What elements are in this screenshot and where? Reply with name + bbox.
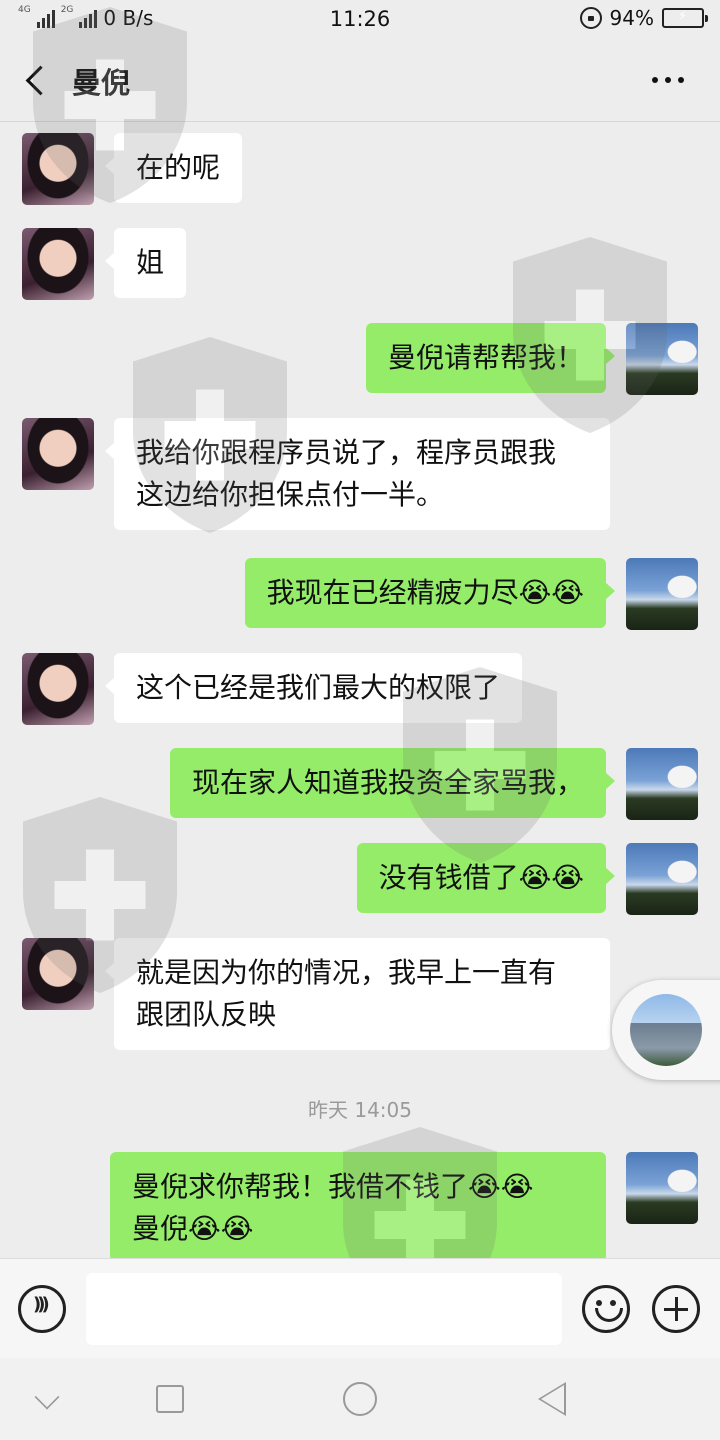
voice-input-button[interactable]	[18, 1285, 66, 1333]
message-text: 曼倪请帮帮我！	[387, 341, 584, 374]
system-nav-bar	[0, 1358, 720, 1440]
message-input[interactable]	[86, 1273, 562, 1345]
input-bar	[0, 1258, 720, 1358]
contact-avatar[interactable]	[22, 133, 94, 205]
contact-avatar[interactable]	[22, 938, 94, 1010]
self-avatar[interactable]	[626, 323, 698, 395]
self-avatar[interactable]	[626, 748, 698, 820]
message-bubble[interactable]: 我给你跟程序员说了，程序员跟我 这边给你担保点付一半。	[105, 418, 610, 530]
floating-window-button[interactable]	[612, 980, 720, 1080]
home-button[interactable]	[343, 1382, 377, 1416]
chat-timestamp: 昨天 14:05	[308, 1098, 412, 1122]
self-avatar[interactable]	[626, 843, 698, 915]
floating-thumbnail	[630, 994, 702, 1066]
message-text: 这个已经是我们最大的权限了	[136, 671, 501, 704]
battery-percent: 94%	[609, 6, 654, 30]
message-bubble[interactable]: 我现在已经精疲力尽😭😭	[244, 558, 616, 628]
status-bar: 4G 2G 0 B/s 11:26 94%	[0, 0, 720, 38]
emoji-button[interactable]	[582, 1285, 630, 1333]
message-bubble[interactable]: 曼倪求你帮我！我借不钱了😭😭 曼倪😭😭	[110, 1152, 606, 1262]
hide-nav-icon[interactable]	[34, 1384, 60, 1410]
battery-icon	[662, 8, 708, 28]
message-text-line: 曼倪😭😭	[132, 1212, 254, 1245]
message-text: 我现在已经精疲力尽😭😭	[266, 576, 584, 609]
status-right: 94%	[579, 6, 708, 30]
contact-avatar[interactable]	[22, 228, 94, 300]
message-bubble[interactable]: 这个已经是我们最大的权限了	[104, 653, 523, 723]
self-avatar[interactable]	[626, 1152, 698, 1224]
message-bubble[interactable]: 现在家人知道我投资全家骂我，	[169, 748, 616, 818]
rotation-lock-icon	[579, 7, 602, 29]
nav-back-button[interactable]	[538, 1382, 566, 1416]
message-text: 姐	[136, 246, 165, 279]
message-text-line: 这边给你担保点付一半。	[136, 478, 445, 511]
message-bubble[interactable]: 就是因为你的情况，我早上一直有 跟团队反映	[105, 938, 610, 1050]
chat-title: 曼倪	[72, 66, 131, 100]
self-avatar[interactable]	[626, 558, 698, 630]
chat-header: 曼倪	[0, 38, 720, 122]
message-bubble[interactable]: 姐	[104, 228, 187, 298]
more-functions-button[interactable]	[652, 1285, 700, 1333]
message-text: 现在家人知道我投资全家骂我，	[191, 766, 584, 799]
contact-avatar[interactable]	[22, 418, 94, 490]
recents-button[interactable]	[156, 1385, 184, 1413]
message-text-line: 跟团队反映	[136, 998, 277, 1031]
message-text: 在的呢	[136, 151, 221, 184]
message-text: 没有钱借了😭😭	[378, 861, 584, 894]
back-button[interactable]	[18, 62, 54, 98]
message-bubble[interactable]: 在的呢	[104, 133, 243, 203]
message-bubble[interactable]: 没有钱借了😭😭	[356, 843, 616, 913]
message-text-line: 我给你跟程序员说了，程序员跟我	[136, 436, 557, 469]
more-options-button[interactable]	[652, 68, 692, 92]
contact-avatar[interactable]	[22, 653, 94, 725]
message-text-line: 就是因为你的情况，我早上一直有	[136, 956, 557, 989]
message-bubble[interactable]: 曼倪请帮帮我！	[365, 323, 616, 393]
message-text-line: 曼倪求你帮我！我借不钱了😭😭	[132, 1170, 534, 1203]
